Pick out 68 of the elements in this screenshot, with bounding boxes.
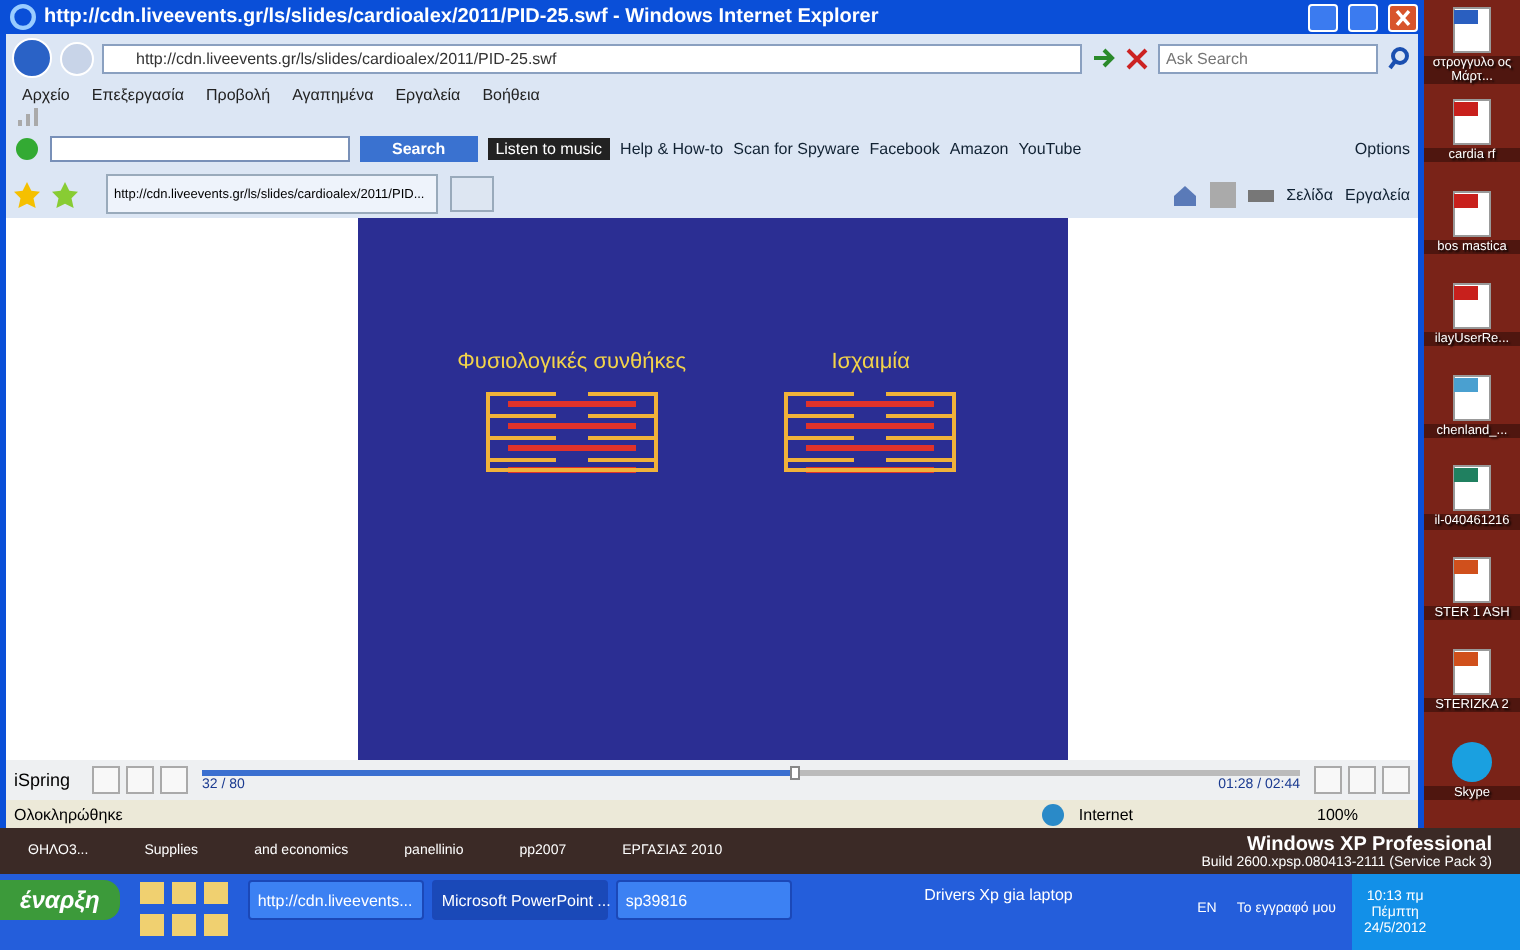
forward-button[interactable] — [160, 766, 189, 794]
power-icon[interactable] — [14, 135, 40, 161]
taskbar-button[interactable]: sp39816 — [615, 880, 792, 920]
globe-icon — [1040, 801, 1067, 827]
start-button[interactable]: έναρξη — [0, 880, 120, 920]
slide-heading: Ισχαιμία — [831, 350, 910, 374]
address-field[interactable]: http://cdn.liveevents.gr/ls/slides/cardioalex/2011/PID-25.swf — [102, 43, 1082, 73]
file-icon[interactable] — [1452, 281, 1492, 330]
signal-icon — [18, 108, 42, 126]
fullscreen-button[interactable] — [1382, 766, 1410, 794]
file-icon[interactable] — [1452, 189, 1492, 238]
taskbar-button[interactable]: Microsoft PowerPoint ... — [431, 880, 608, 920]
music-button[interactable]: Listen to music — [487, 137, 611, 159]
player-logo: iSpring — [14, 770, 71, 790]
file-icon[interactable] — [1452, 648, 1492, 697]
pause-button[interactable] — [126, 766, 155, 794]
toolbar-link[interactable]: Amazon — [949, 139, 1009, 157]
toolbar-link[interactable]: Facebook — [869, 139, 940, 157]
command-button[interactable]: Σελίδα — [1286, 185, 1334, 203]
zoom-level[interactable]: 100% — [1317, 805, 1358, 823]
quick-launch-icon[interactable] — [139, 914, 164, 936]
quick-launch-icon[interactable] — [171, 882, 196, 904]
quick-launch-icon[interactable] — [171, 914, 196, 936]
file-icon[interactable] — [1452, 373, 1492, 422]
menu-item[interactable]: Επεξεργασία — [91, 85, 184, 103]
menu-item[interactable]: Προβολή — [205, 85, 271, 103]
slide-heading: Φυσιολογικές συνθήκες — [457, 350, 686, 374]
file-icon[interactable] — [1452, 464, 1492, 513]
toolbar-label: Drivers Xp gia laptop — [924, 886, 1073, 904]
file-icon[interactable] — [1452, 97, 1492, 146]
back-button[interactable] — [12, 38, 52, 78]
status-text: Ολοκληρώθηκε — [14, 805, 123, 823]
refresh-icon[interactable] — [1090, 45, 1116, 71]
stop-icon[interactable] — [1124, 45, 1150, 71]
browser-icon — [10, 4, 36, 30]
os-name: Windows XP Professional — [1246, 833, 1492, 855]
toolbar-link[interactable]: Help & How-to — [620, 139, 724, 157]
skype-icon[interactable] — [1450, 740, 1494, 785]
search-button[interactable]: Search — [360, 135, 478, 161]
progress-track[interactable] — [202, 769, 1300, 775]
window-title: http://cdn.liveevents.gr/ls/slides/cardioalex/2011/PID-25.swf - Windows Internet Explorer — [44, 6, 881, 28]
file-icon[interactable] — [1452, 556, 1492, 605]
menu-item[interactable]: Αγαπημένα — [292, 85, 374, 103]
menu-item[interactable]: Αρχείο — [22, 85, 70, 103]
progress-thumb[interactable] — [790, 765, 801, 779]
menu-item[interactable]: Βοήθεια — [482, 85, 540, 103]
search-field[interactable]: Ask Search — [1158, 43, 1378, 73]
options-button[interactable]: Options — [1354, 139, 1410, 157]
file-icon[interactable] — [1452, 6, 1492, 54]
star-icon[interactable] — [14, 181, 40, 207]
minimize-button[interactable] — [1308, 3, 1338, 31]
taskbar-button[interactable]: http://cdn.liveevents... — [247, 880, 424, 920]
toolbar-link[interactable]: Scan for Spyware — [733, 139, 860, 157]
command-button[interactable]: Εργαλεία — [1345, 185, 1410, 203]
layout-button[interactable] — [1348, 766, 1376, 794]
close-button[interactable] — [1388, 3, 1418, 31]
maximize-button[interactable] — [1348, 3, 1378, 31]
quick-launch-icon[interactable] — [203, 882, 228, 904]
security-zone: Internet — [1078, 805, 1134, 823]
toolbar-search-field[interactable] — [50, 135, 350, 161]
quick-launch-icon[interactable] — [203, 914, 228, 936]
toolbar-link[interactable]: YouTube — [1018, 139, 1082, 157]
menu-item[interactable]: Εργαλεία — [395, 85, 461, 103]
rewind-button[interactable] — [92, 766, 121, 794]
volume-button[interactable] — [1314, 766, 1342, 794]
quick-launch-icon[interactable] — [139, 882, 164, 904]
search-icon[interactable] — [1386, 45, 1412, 71]
home-icon[interactable] — [1172, 181, 1199, 207]
